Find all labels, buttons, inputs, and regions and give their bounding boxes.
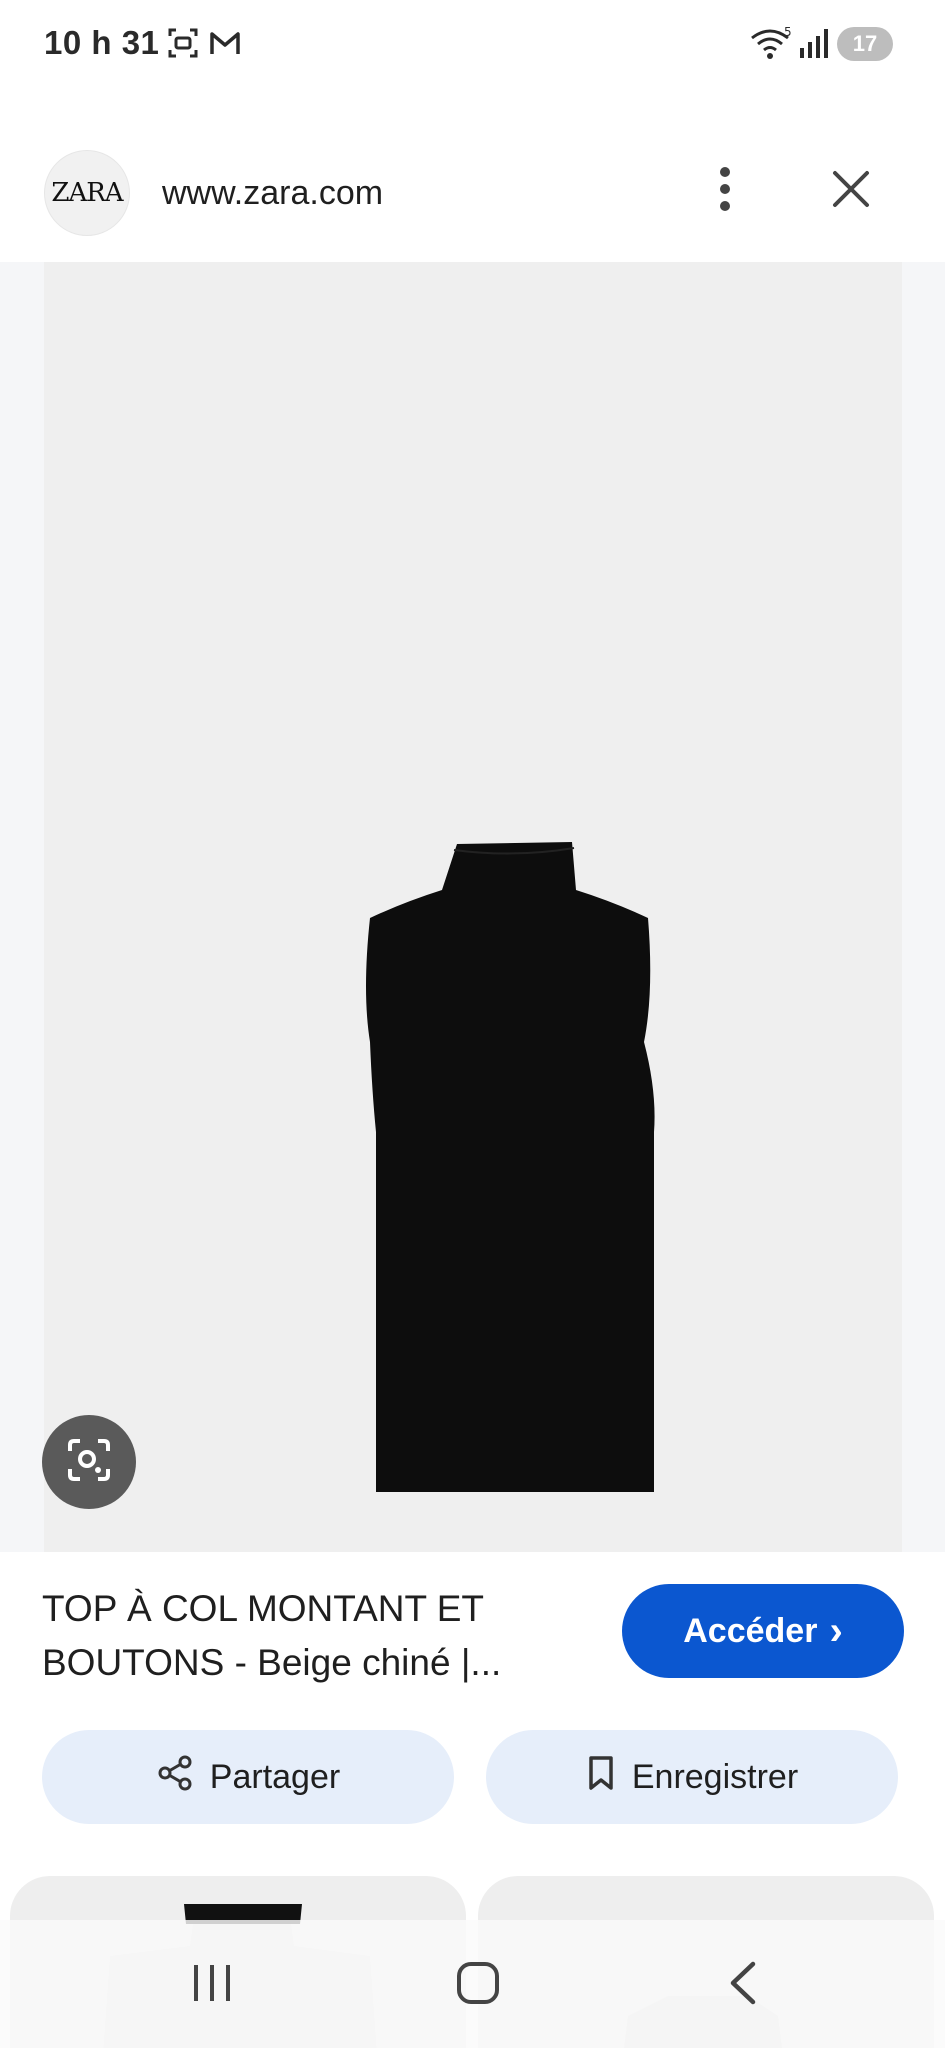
signal-icon	[798, 26, 832, 65]
share-button[interactable]: Partager	[42, 1730, 454, 1824]
open-site-button[interactable]: Accéder ›	[622, 1584, 904, 1678]
home-icon	[455, 1960, 501, 2011]
lens-search-button[interactable]	[42, 1415, 136, 1509]
back-icon	[725, 1960, 759, 2011]
recents-button[interactable]	[172, 1950, 252, 2020]
save-button[interactable]: Enregistrer	[486, 1730, 898, 1824]
share-icon	[156, 1754, 194, 1801]
product-title[interactable]: TOP À COL MONTANT ET BOUTONS - Beige chi…	[42, 1582, 582, 1690]
home-button[interactable]	[438, 1950, 518, 2020]
site-url[interactable]: www.zara.com	[162, 174, 383, 213]
image-preview-area	[0, 262, 945, 1552]
bookmark-icon	[586, 1754, 616, 1801]
product-info: TOP À COL MONTANT ET BOUTONS - Beige chi…	[0, 1552, 945, 1722]
recents-icon	[190, 1961, 234, 2010]
open-site-label: Accéder	[683, 1611, 818, 1650]
share-label: Partager	[209, 1757, 341, 1796]
save-label: Enregistrer	[631, 1757, 799, 1796]
more-options-button[interactable]	[700, 160, 750, 222]
close-button[interactable]	[820, 160, 882, 222]
chevron-right-icon: ›	[829, 1608, 843, 1653]
product-image-panel[interactable]	[44, 262, 902, 1552]
sheet-header: ZARA www.zara.com	[0, 140, 945, 262]
svg-text:5: 5	[784, 26, 792, 39]
system-nav-bar	[0, 1920, 945, 2048]
wifi-icon: 5	[750, 25, 794, 67]
status-time: 10 h 31	[44, 24, 160, 61]
close-icon	[831, 169, 871, 214]
gmail-icon	[208, 26, 242, 65]
lens-icon	[64, 1435, 114, 1490]
status-bar: 10 h 31 5 17	[0, 0, 945, 90]
screenshot-icon	[166, 26, 200, 65]
site-logo[interactable]: ZARA	[44, 150, 130, 236]
product-image	[324, 572, 664, 1510]
more-vert-icon	[718, 166, 732, 217]
battery-indicator: 17	[837, 27, 893, 61]
back-button[interactable]	[702, 1950, 782, 2020]
